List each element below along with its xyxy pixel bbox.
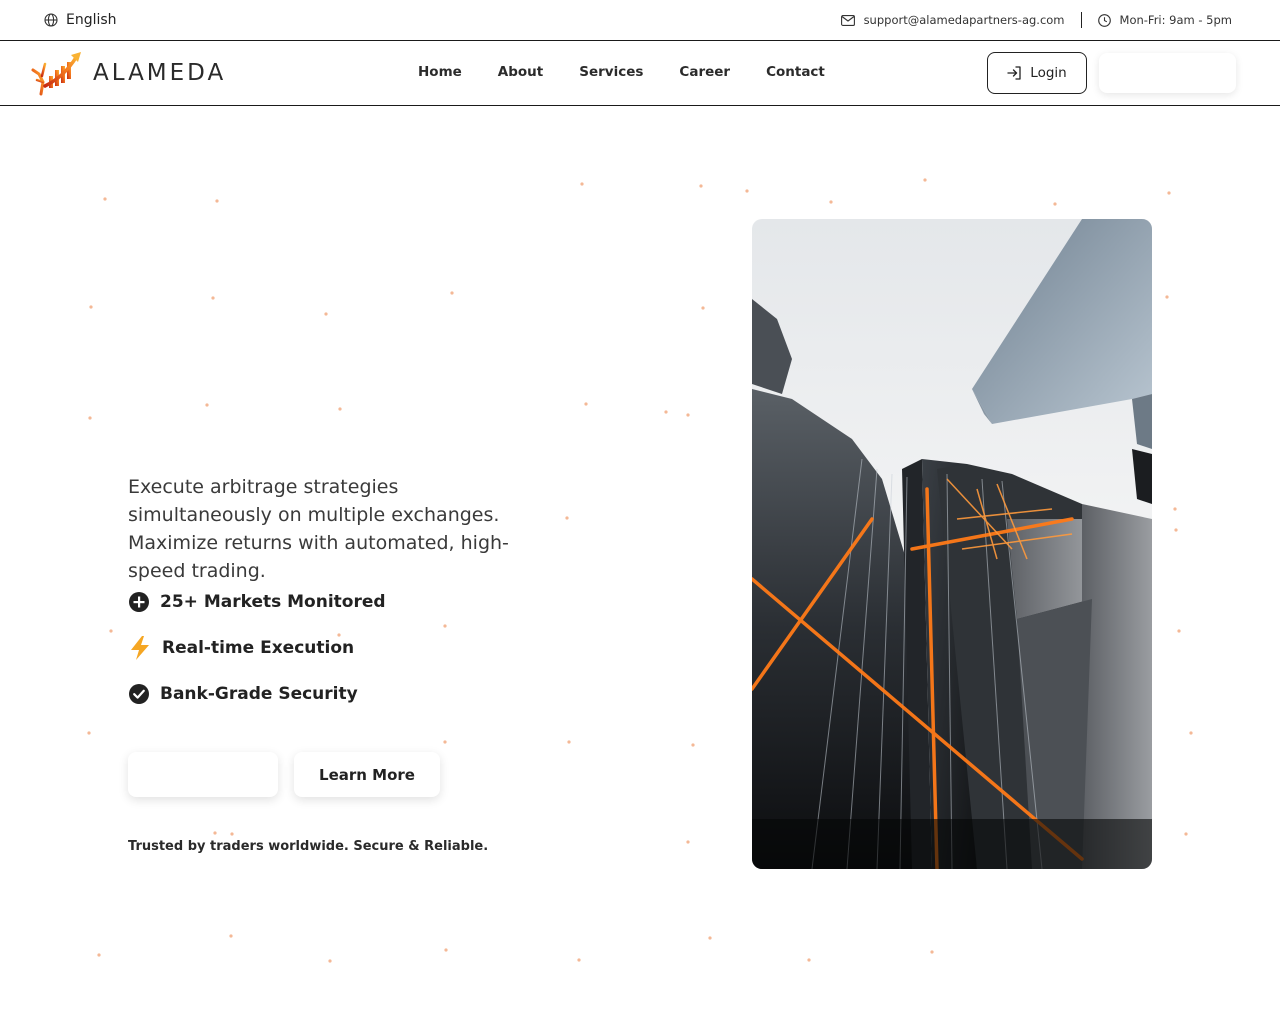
globe-icon: [44, 13, 58, 27]
nav-link-home[interactable]: Home: [418, 64, 462, 80]
language-selector[interactable]: English: [44, 11, 117, 29]
brand-logo[interactable]: ALAMEDA: [31, 50, 226, 96]
login-button[interactable]: Login: [987, 52, 1087, 94]
contact-info: support@alamedapartners-ag.com Mon-Fri: …: [840, 11, 1232, 29]
lightning-icon: [131, 636, 149, 660]
divider: [1080, 12, 1082, 28]
business-hours: Mon-Fri: 9am - 5pm: [1097, 13, 1232, 27]
check-circle-icon: [129, 684, 149, 704]
feature-item: Real-time Execution: [128, 634, 386, 662]
clock-icon: [1097, 13, 1111, 27]
learn-more-button[interactable]: Learn More: [294, 752, 440, 797]
nav-link-contact[interactable]: Contact: [766, 64, 825, 80]
hero-image: [752, 219, 1152, 869]
hero-description: Execute arbitrage strategies simultaneou…: [128, 476, 509, 582]
nav-link-about[interactable]: About: [498, 64, 543, 80]
hours-text: Mon-Fri: 9am - 5pm: [1119, 13, 1232, 27]
feature-list: 25+ Markets Monitored Real-time Executio…: [128, 588, 386, 726]
email-contact[interactable]: support@alamedapartners-ag.com: [840, 13, 1065, 27]
feature-item: Bank-Grade Security: [128, 680, 386, 708]
main-navigation: ALAMEDA Home About Services Career Conta…: [0, 41, 1280, 106]
nav-link-services[interactable]: Services: [579, 64, 643, 80]
login-icon: [1007, 66, 1021, 80]
feature-label: 25+ Markets Monitored: [160, 592, 386, 612]
plus-circle-icon: [129, 592, 149, 612]
email-text: support@alamedapartners-ag.com: [863, 13, 1065, 27]
logo-mark-icon: [31, 52, 81, 96]
trust-statement: Trusted by traders worldwide. Secure & R…: [128, 839, 489, 854]
feature-label: Bank-Grade Security: [160, 684, 358, 704]
nav-link-career[interactable]: Career: [679, 64, 730, 80]
login-label: Login: [1030, 65, 1067, 81]
feature-label: Real-time Execution: [162, 638, 355, 658]
skyscraper-photo: [752, 219, 1152, 869]
get-started-button[interactable]: [128, 752, 278, 797]
mail-icon: [840, 14, 855, 26]
top-utility-bar: English support@alamedapartners-ag.com M…: [0, 0, 1280, 41]
language-label: English: [66, 12, 117, 28]
brand-name: ALAMEDA: [93, 60, 227, 86]
nav-links: Home About Services Career Contact: [418, 64, 825, 80]
signup-button[interactable]: [1099, 53, 1236, 93]
feature-item: 25+ Markets Monitored: [128, 588, 386, 616]
